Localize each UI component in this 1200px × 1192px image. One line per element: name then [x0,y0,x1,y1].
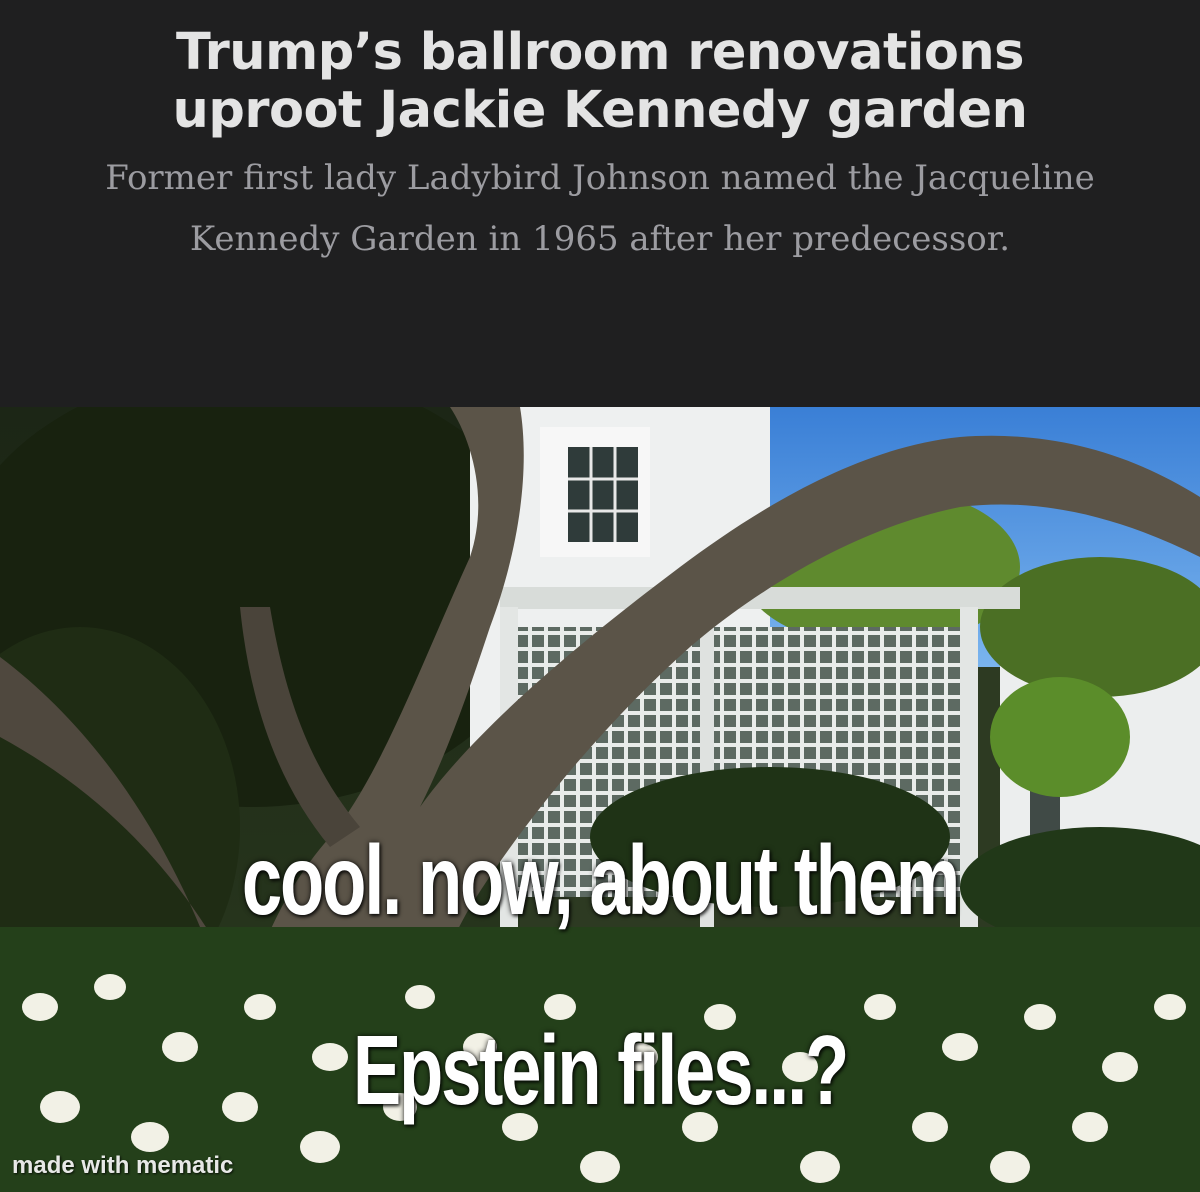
window [568,447,638,542]
meme-caption-line-1: cool. now, about them [241,825,960,935]
headline-line-2: uproot Jackie Kennedy garden [172,81,1028,140]
headline-line-1: Trump’s ballroom renovations [175,23,1025,82]
article-header: Trump’s ballroom renovations uproot Jack… [0,0,1200,407]
meme-caption-line-2: Epstein files...? [352,1015,849,1125]
mematic-watermark: made with mematic [12,1152,234,1179]
headline: Trump’s ballroom renovations uproot Jack… [0,24,1200,140]
subheadline: Former first lady Ladybird Johnson named… [105,158,1095,259]
